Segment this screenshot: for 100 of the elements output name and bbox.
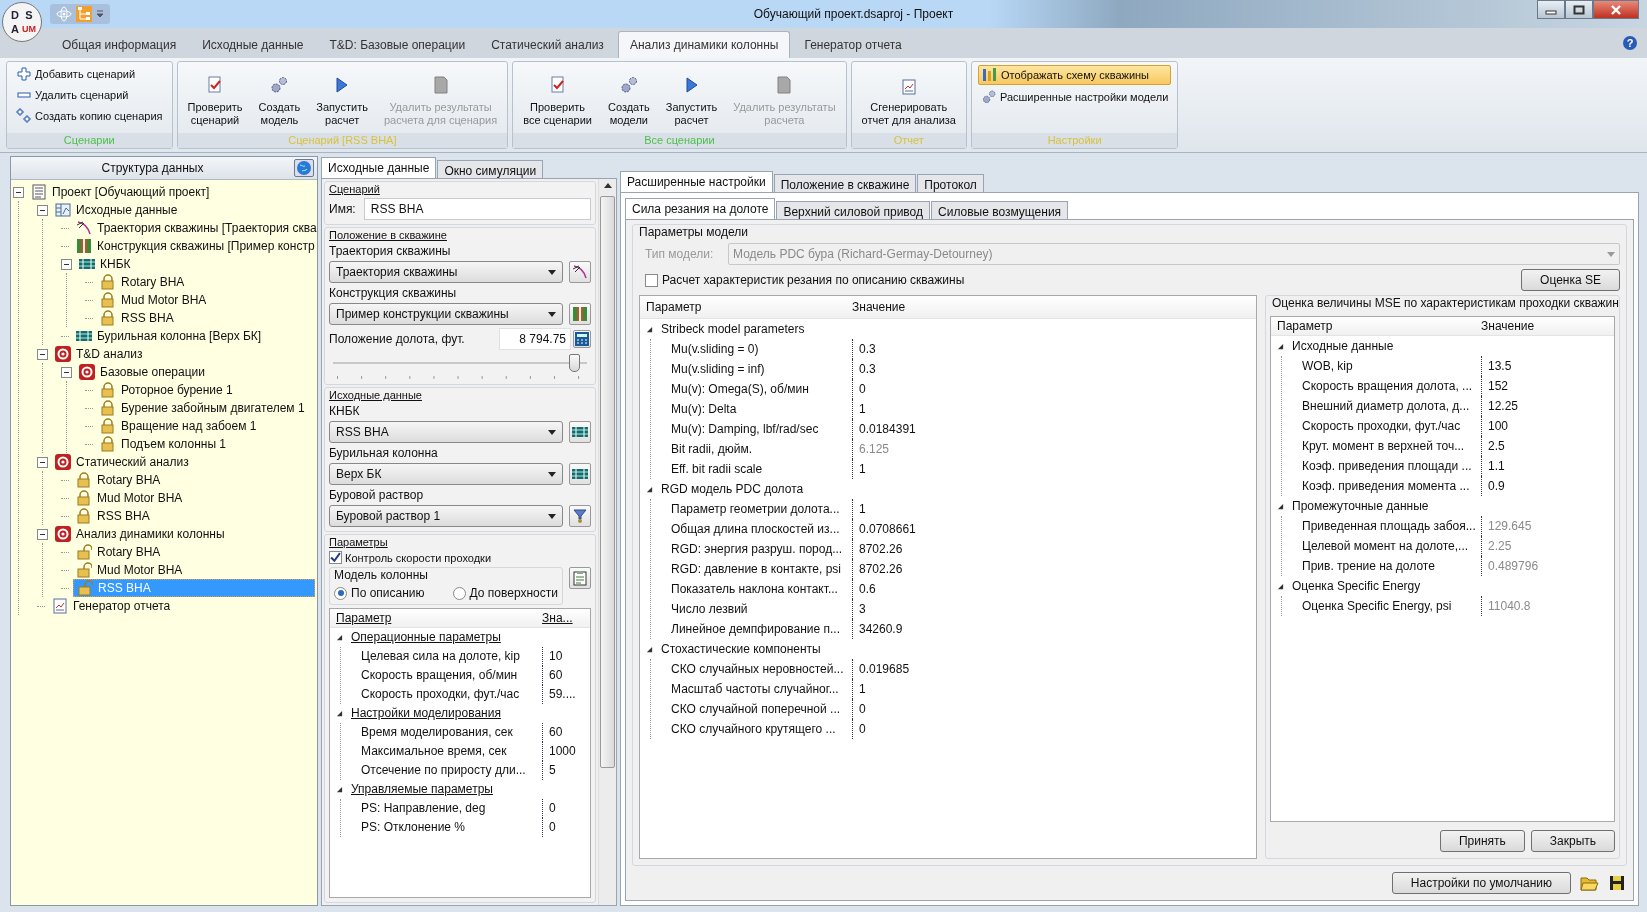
tree-item[interactable]: Бурение забойным двигателем 1 [97, 399, 315, 417]
properties-button[interactable] [569, 567, 591, 589]
tab[interactable]: Силовые возмущения [931, 201, 1069, 219]
parameter-value[interactable]: 10 [543, 647, 563, 666]
tab[interactable]: Исходные данные [321, 157, 437, 178]
dialog-button[interactable]: Принять [1439, 830, 1525, 852]
parameter-value[interactable]: 0.0708661 [853, 522, 916, 536]
ribbon-tab[interactable]: T&D: Базовые операции [317, 31, 478, 58]
column-header[interactable]: Параметр [330, 611, 542, 625]
radio-button[interactable] [452, 586, 466, 600]
tree-item[interactable]: Анализ динамики колонны [52, 525, 315, 543]
parameter-value[interactable]: 0 [853, 382, 866, 396]
collapse-icon[interactable] [1277, 582, 1284, 590]
ribbon-tab[interactable]: Статический анализ [479, 31, 616, 58]
dropdown[interactable]: RSS BHA [329, 421, 563, 443]
ribbon-button[interactable]: Создать копию сценария [13, 107, 166, 125]
tree-item[interactable]: Mud Motor BHA [73, 561, 315, 579]
browse-button[interactable] [569, 505, 591, 527]
collapse-icon[interactable] [646, 645, 653, 653]
collapse-icon[interactable] [646, 325, 653, 333]
ribbon-button[interactable]: Удалить сценарий [13, 86, 166, 104]
parameter-value[interactable]: 60 [543, 723, 563, 742]
collapse-toggle[interactable] [61, 366, 72, 378]
parameter-value[interactable]: 0.019685 [853, 662, 910, 676]
parameter-value[interactable]: 1 [853, 682, 866, 696]
parameter-value[interactable]: 1 [853, 402, 866, 416]
tree-item[interactable]: Mud Motor BHA [73, 489, 315, 507]
tree-item[interactable]: Вращение над забоем 1 [97, 417, 315, 435]
tree-item[interactable]: Исходные данные [52, 201, 315, 219]
checkbox[interactable] [329, 551, 342, 564]
ribbon-button[interactable]: Проверить все сценарии [519, 73, 596, 129]
parameter-value[interactable]: 0.0184391 [853, 422, 916, 436]
browse-button[interactable] [569, 303, 591, 325]
collapse-icon[interactable] [1277, 502, 1284, 510]
maximize-button[interactable] [1565, 0, 1593, 19]
parameter-value[interactable]: 59.... [543, 685, 576, 704]
dropdown[interactable]: Верх БК [329, 463, 563, 485]
tree-item[interactable]: Rotary BHA [73, 471, 315, 489]
parameter-value[interactable]: 1 [853, 462, 866, 476]
tree-item[interactable]: Роторное бурение 1 [97, 381, 315, 399]
ribbon-tab[interactable]: Анализ динамики колонны [617, 31, 791, 58]
tree-item[interactable]: Подъем колонны 1 [97, 435, 315, 453]
parameter-value[interactable]: 60 [543, 666, 563, 685]
globe-button[interactable] [294, 159, 314, 177]
collapse-toggle[interactable] [37, 528, 48, 540]
ribbon-button[interactable]: Создать модели [603, 73, 654, 129]
ribbon-button[interactable]: Создать модель [254, 73, 305, 129]
collapse-toggle[interactable] [37, 456, 48, 468]
collapse-toggle[interactable] [37, 348, 48, 360]
tree-item[interactable]: Проект [Обучающий проект] [28, 183, 315, 201]
tab[interactable]: Сила резания на долоте [625, 198, 776, 219]
tree-item[interactable]: Rotary BHA [97, 273, 315, 291]
parameter-value[interactable]: 13.5 [1482, 356, 1512, 376]
ribbon-button[interactable]: Расширенные настройки модели [977, 88, 1172, 106]
collapse-icon[interactable] [336, 634, 343, 641]
ribbon-button[interactable]: Сгенерировать отчет для анализа [857, 77, 960, 129]
browse-button[interactable] [569, 421, 591, 443]
bit-position-field[interactable]: 8 794.75 [499, 328, 571, 350]
app-logo[interactable]: D S A UM [2, 2, 42, 42]
ribbon-tab[interactable]: Исходные данные [190, 31, 316, 58]
ribbon-tab[interactable]: Общая информация [50, 31, 189, 58]
collapse-toggle[interactable] [13, 186, 24, 198]
parameter-value[interactable]: 100 [1482, 416, 1509, 436]
tree-item[interactable]: Генератор отчета [49, 597, 315, 615]
parameter-value[interactable]: 1000 [543, 742, 576, 761]
column-header[interactable]: Зна... [542, 611, 573, 625]
help-icon[interactable]: ? [1623, 36, 1637, 50]
tree-item[interactable]: RSS BHA [73, 507, 315, 525]
tree-item[interactable]: Бурильная колонна [Верх БК] [73, 327, 315, 345]
parameter-value[interactable]: 3 [853, 602, 866, 616]
dropdown-icon[interactable] [96, 10, 104, 18]
ribbon-button[interactable]: Отображать схему скважины [977, 65, 1172, 85]
parameter-value[interactable]: 0.489796 [1482, 556, 1539, 576]
calculator-button[interactable] [573, 330, 591, 348]
parameter-value[interactable]: 2.25 [1482, 536, 1512, 556]
scrollbar-thumb[interactable] [600, 196, 615, 768]
column-header[interactable]: Значение [852, 300, 906, 314]
parameter-value[interactable]: 0 [853, 702, 866, 716]
dropdown[interactable]: Буровой раствор 1 [329, 505, 563, 527]
browse-button[interactable] [569, 261, 591, 283]
column-header[interactable]: Значение [1481, 319, 1535, 333]
parameter-value[interactable]: 6.125 [853, 442, 890, 456]
parameter-value[interactable]: 11040.8 [1482, 596, 1531, 616]
browse-button[interactable] [569, 463, 591, 485]
minimize-button[interactable] [1537, 0, 1565, 19]
parameter-value[interactable]: 1 [853, 502, 866, 516]
collapse-icon[interactable] [646, 485, 653, 493]
parameter-value[interactable]: 5 [543, 761, 556, 780]
collapse-icon[interactable] [1277, 342, 1284, 350]
tab[interactable]: Расширенные настройки [620, 171, 773, 192]
parameter-value[interactable]: 1.1 [1482, 456, 1505, 476]
tree-item[interactable]: Mud Motor BHA [97, 291, 315, 309]
ribbon-button[interactable]: Запустить расчет [661, 73, 722, 129]
tab[interactable]: Протокол [917, 174, 984, 192]
parameter-value[interactable]: 0 [543, 799, 556, 818]
tree-item[interactable]: Rotary BHA [73, 543, 315, 561]
parameter-value[interactable]: 34260.9 [853, 622, 903, 636]
parameter-value[interactable]: 0.3 [853, 342, 876, 356]
collapse-toggle[interactable] [37, 204, 48, 216]
tree-item[interactable]: КНБК [76, 255, 315, 273]
